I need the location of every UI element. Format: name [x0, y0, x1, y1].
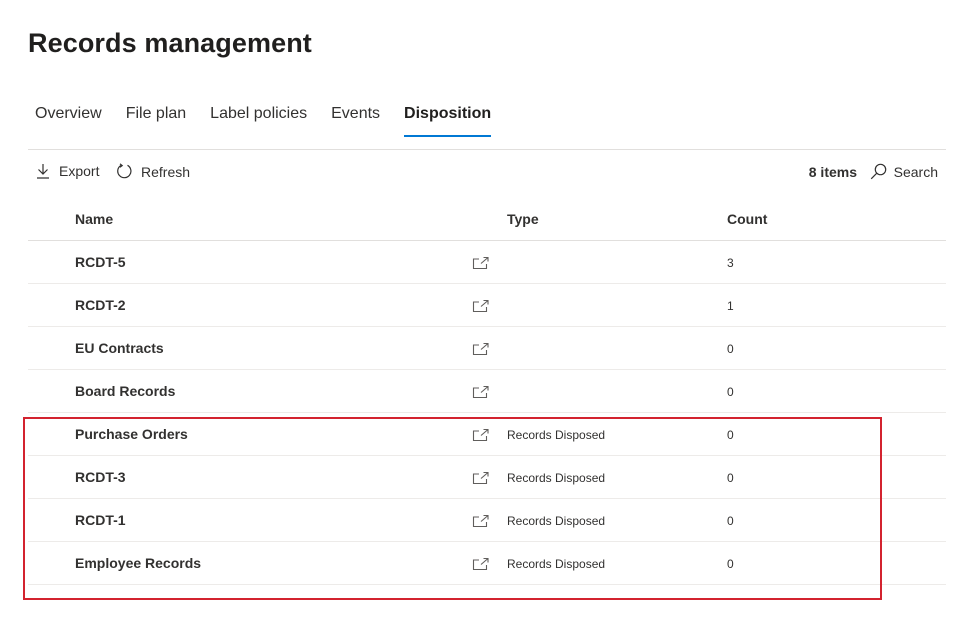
- table-body: RCDT-5 3 RCDT-2 1 EU Contracts 0 Board Records…: [28, 241, 946, 585]
- open-in-new-window-icon[interactable]: [472, 514, 490, 528]
- tab-events[interactable]: Events: [331, 103, 380, 137]
- open-in-new-window-icon[interactable]: [472, 256, 490, 270]
- row-name[interactable]: Purchase Orders: [75, 426, 188, 442]
- open-in-new-window-icon[interactable]: [472, 342, 490, 356]
- row-count: 0: [727, 385, 734, 399]
- row-count: 0: [727, 557, 734, 571]
- table-row[interactable]: RCDT-5 3: [28, 241, 946, 284]
- open-in-new-window-icon[interactable]: [472, 471, 490, 485]
- toolbar: Export Refresh 8 items Search: [28, 150, 946, 194]
- open-in-new-window-icon[interactable]: [472, 385, 490, 399]
- row-type: Records Disposed: [507, 428, 606, 442]
- table-row[interactable]: RCDT-3 Records Disposed 0: [28, 456, 946, 499]
- row-name[interactable]: EU Contracts: [75, 340, 164, 356]
- item-count: 8 items: [808, 164, 857, 180]
- refresh-label: Refresh: [141, 163, 191, 180]
- row-name[interactable]: RCDT-3: [75, 469, 126, 485]
- tab-overview[interactable]: Overview: [35, 103, 102, 137]
- row-name[interactable]: RCDT-5: [75, 254, 126, 270]
- table-row[interactable]: RCDT-1 Records Disposed 0: [28, 499, 946, 542]
- row-type: Records Disposed: [507, 557, 606, 571]
- row-count: 0: [727, 514, 734, 528]
- tab-disposition[interactable]: Disposition: [404, 103, 492, 137]
- open-in-new-window-icon[interactable]: [472, 299, 490, 313]
- open-in-new-window-icon[interactable]: [472, 428, 490, 442]
- row-name[interactable]: RCDT-2: [75, 297, 126, 313]
- column-header-type[interactable]: Type: [507, 211, 539, 227]
- tab-file-plan[interactable]: File plan: [126, 103, 186, 137]
- table-row[interactable]: Board Records 0: [28, 370, 946, 413]
- column-header-count[interactable]: Count: [727, 211, 767, 227]
- download-icon: [37, 164, 49, 179]
- tab-bar: Overview File plan Label policies Events…: [35, 103, 515, 137]
- page-title: Records management: [28, 28, 312, 58]
- row-count: 0: [727, 428, 734, 442]
- export-label: Export: [59, 163, 100, 179]
- refresh-button[interactable]: Refresh: [116, 163, 190, 180]
- row-count: 1: [727, 299, 734, 313]
- row-name[interactable]: RCDT-1: [75, 512, 126, 528]
- table-row[interactable]: Purchase Orders Records Disposed 0: [28, 413, 946, 456]
- refresh-icon: [117, 163, 132, 179]
- search-icon: [870, 163, 886, 180]
- table-header: Name Type Count: [28, 198, 946, 241]
- search-button[interactable]: Search: [870, 163, 938, 180]
- table-row[interactable]: RCDT-2 1: [28, 284, 946, 327]
- row-count: 0: [727, 471, 734, 485]
- row-name[interactable]: Employee Records: [75, 555, 201, 571]
- table-row[interactable]: EU Contracts 0: [28, 327, 946, 370]
- column-header-name[interactable]: Name: [75, 211, 113, 227]
- row-name[interactable]: Board Records: [75, 383, 175, 399]
- row-type: Records Disposed: [507, 514, 606, 528]
- search-label: Search: [893, 163, 938, 180]
- disposition-table: Name Type Count RCDT-5 3 RCDT-2 1 EU Contrac…: [28, 198, 946, 585]
- open-in-new-window-icon[interactable]: [472, 557, 490, 571]
- table-row[interactable]: Employee Records Records Disposed 0: [28, 542, 946, 585]
- row-type: Records Disposed: [507, 471, 606, 485]
- row-count: 3: [727, 256, 734, 270]
- row-count: 0: [727, 342, 734, 356]
- tab-label-policies[interactable]: Label policies: [210, 103, 307, 137]
- export-button[interactable]: Export: [36, 163, 99, 179]
